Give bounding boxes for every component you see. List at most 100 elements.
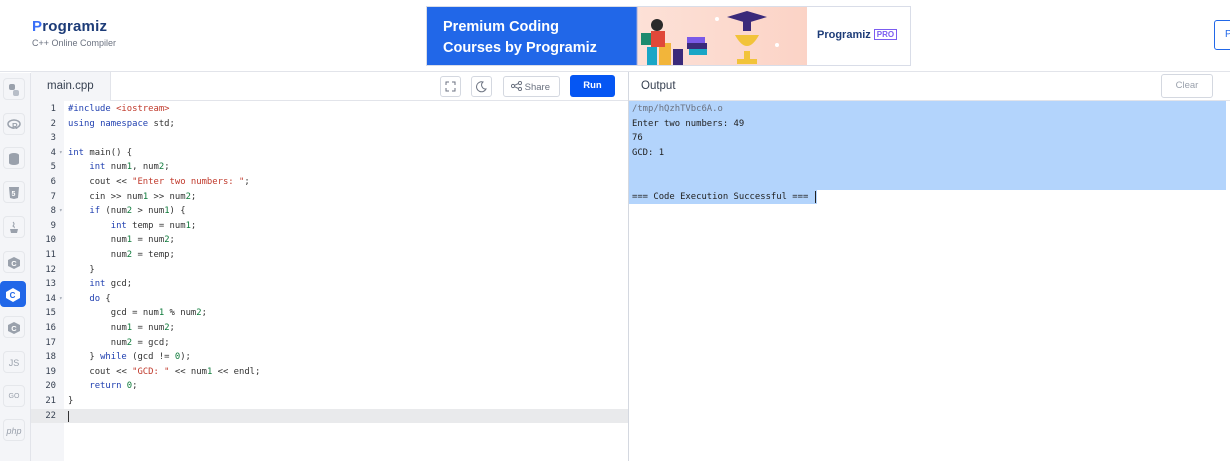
- svg-text:5: 5: [12, 191, 16, 198]
- fold-arrow-icon[interactable]: ▾: [59, 146, 63, 161]
- js-icon[interactable]: JS: [3, 351, 25, 373]
- line-number: 13: [45, 279, 56, 290]
- share-button[interactable]: Share: [503, 76, 560, 97]
- code-text: }: [68, 264, 95, 275]
- code-line[interactable]: 4 ▾ int main() {: [31, 146, 628, 161]
- code-line[interactable]: 21}: [31, 394, 628, 409]
- logo-subtitle: C++ Online Compiler: [32, 38, 117, 48]
- code-text: if (num2 > num1) {: [89, 206, 186, 217]
- database-glyph: [9, 153, 19, 165]
- code-line[interactable]: 5 int num1, num2;: [31, 160, 628, 175]
- expand-glyph: [445, 81, 456, 92]
- go-icon[interactable]: GO: [3, 385, 25, 407]
- file-tab-main-cpp[interactable]: main.cpp: [31, 72, 111, 101]
- ad-banner[interactable]: Premium Coding Courses by Programiz Prog…: [426, 6, 911, 66]
- run-button[interactable]: Run: [570, 75, 615, 97]
- code-line[interactable]: 1 #include <iostream>: [31, 102, 628, 117]
- code-line[interactable]: 16 num1 = num2;: [31, 321, 628, 336]
- code-editor[interactable]: 1 #include <iostream> 2 using namespace std…: [31, 101, 628, 461]
- dark-mode-icon[interactable]: [471, 76, 492, 97]
- code-line[interactable]: 7 cin >> num1 >> num2;: [31, 190, 628, 205]
- code-line[interactable]: 3: [31, 131, 628, 146]
- line-number: 15: [45, 308, 56, 319]
- code-text: int main() {: [68, 147, 133, 158]
- fold-arrow-icon[interactable]: ▾: [59, 204, 63, 219]
- line-number: 10: [45, 235, 56, 246]
- line-number: 4: [50, 147, 56, 158]
- c-icon[interactable]: C: [3, 251, 25, 273]
- java-icon[interactable]: [3, 216, 25, 238]
- cpp-icon[interactable]: C: [0, 281, 26, 307]
- line-number: 16: [45, 323, 56, 333]
- share-icon: [510, 80, 523, 92]
- ad-brand: Programiz PRO: [817, 29, 898, 41]
- code-line[interactable]: 12 }: [31, 263, 628, 278]
- ad-brand-panel: Programiz PRO: [807, 7, 910, 65]
- fullscreen-icon[interactable]: [440, 76, 461, 97]
- code-line[interactable]: 2 using namespace std;: [31, 117, 628, 132]
- svg-text:C: C: [11, 259, 17, 268]
- code-line[interactable]: 20 return 0;: [31, 379, 628, 394]
- clear-button[interactable]: Clear: [1161, 74, 1213, 98]
- fold-arrow-icon[interactable]: ▾: [59, 292, 63, 307]
- line-number: 11: [45, 250, 56, 260]
- line-number: 18: [45, 352, 56, 363]
- line-number: 19: [45, 366, 56, 377]
- code-line[interactable]: 10 num1 = num2;: [31, 233, 628, 248]
- c-hex-glyph: C: [8, 257, 20, 269]
- programiz-logo[interactable]: Programiz C++ Online Compiler: [32, 18, 116, 48]
- line-number: 8: [50, 206, 56, 217]
- top-header: Programiz C++ Online Compiler Premium Co…: [0, 0, 1230, 72]
- code-line[interactable]: 8 ▾ if (num2 > num1) {: [31, 204, 628, 219]
- text-cursor: [68, 410, 69, 422]
- php-icon[interactable]: php: [3, 419, 25, 441]
- code-text: cout << "Enter two numbers: ";: [89, 177, 250, 187]
- line-number: 21: [45, 396, 56, 406]
- code-line[interactable]: 9 int temp = num1;: [31, 219, 628, 234]
- code-text: #include <iostream>: [68, 104, 170, 114]
- html5-glyph: 5: [9, 187, 19, 199]
- line-number: 7: [50, 191, 56, 202]
- code-line[interactable]: 19 cout << "GCD: " << num1 << endl;: [31, 365, 628, 380]
- ad-brand-name: Programiz: [817, 29, 871, 41]
- code-text: using namespace std;: [68, 118, 175, 129]
- logo-prefix: P: [32, 18, 43, 35]
- logo-text: Programiz: [32, 18, 116, 35]
- code-line[interactable]: 13 int gcd;: [31, 277, 628, 292]
- logo-name: rogramiz: [42, 18, 108, 35]
- ad-text: Premium Coding Courses by Programiz: [443, 17, 597, 59]
- r-glyph: R: [7, 119, 21, 131]
- line-number: 12: [45, 264, 56, 275]
- pro-badge: PRO: [873, 29, 898, 40]
- cpp-hex-glyph: C: [6, 288, 20, 302]
- svg-text:C: C: [10, 291, 16, 300]
- line-number: 22: [45, 410, 56, 421]
- sql-icon[interactable]: [3, 147, 25, 169]
- code-text: cin >> num1 >> num2;: [89, 191, 197, 202]
- code-line[interactable]: 15 gcd = num1 % num2;: [31, 306, 628, 321]
- code-line[interactable]: 22: [31, 408, 628, 424]
- line-number: 3: [50, 133, 56, 144]
- output-toolbar: Output Clear: [629, 72, 1230, 101]
- ad-line2: Courses by Programiz: [443, 40, 597, 56]
- html-icon[interactable]: 5: [3, 181, 25, 203]
- go-label: GO: [8, 393, 20, 400]
- csharp-icon[interactable]: C: [3, 316, 25, 338]
- code-line[interactable]: 6 cout << "Enter two numbers: ";: [31, 175, 628, 190]
- code-line[interactable]: 17 num2 = gcd;: [31, 336, 628, 351]
- code-text: }: [68, 396, 74, 406]
- ad-line1: Premium Coding: [443, 19, 560, 35]
- r-icon[interactable]: R: [3, 113, 25, 135]
- output-path: /tmp/hQzhTVbc6A.o: [632, 104, 723, 114]
- moon-glyph: [476, 81, 487, 93]
- output-cursor: [815, 191, 816, 203]
- ad-illustration: [617, 7, 807, 65]
- code-line[interactable]: 11 num2 = temp;: [31, 248, 628, 263]
- python-icon[interactable]: [3, 78, 25, 100]
- code-line[interactable]: 14 ▾ do {: [31, 292, 628, 307]
- header-right-button[interactable]: P: [1214, 20, 1230, 50]
- line-number: 14: [45, 293, 56, 304]
- line-number: 2: [50, 118, 56, 129]
- code-line[interactable]: 18 } while (gcd != 0);: [31, 350, 628, 365]
- output-selection: [629, 101, 1226, 190]
